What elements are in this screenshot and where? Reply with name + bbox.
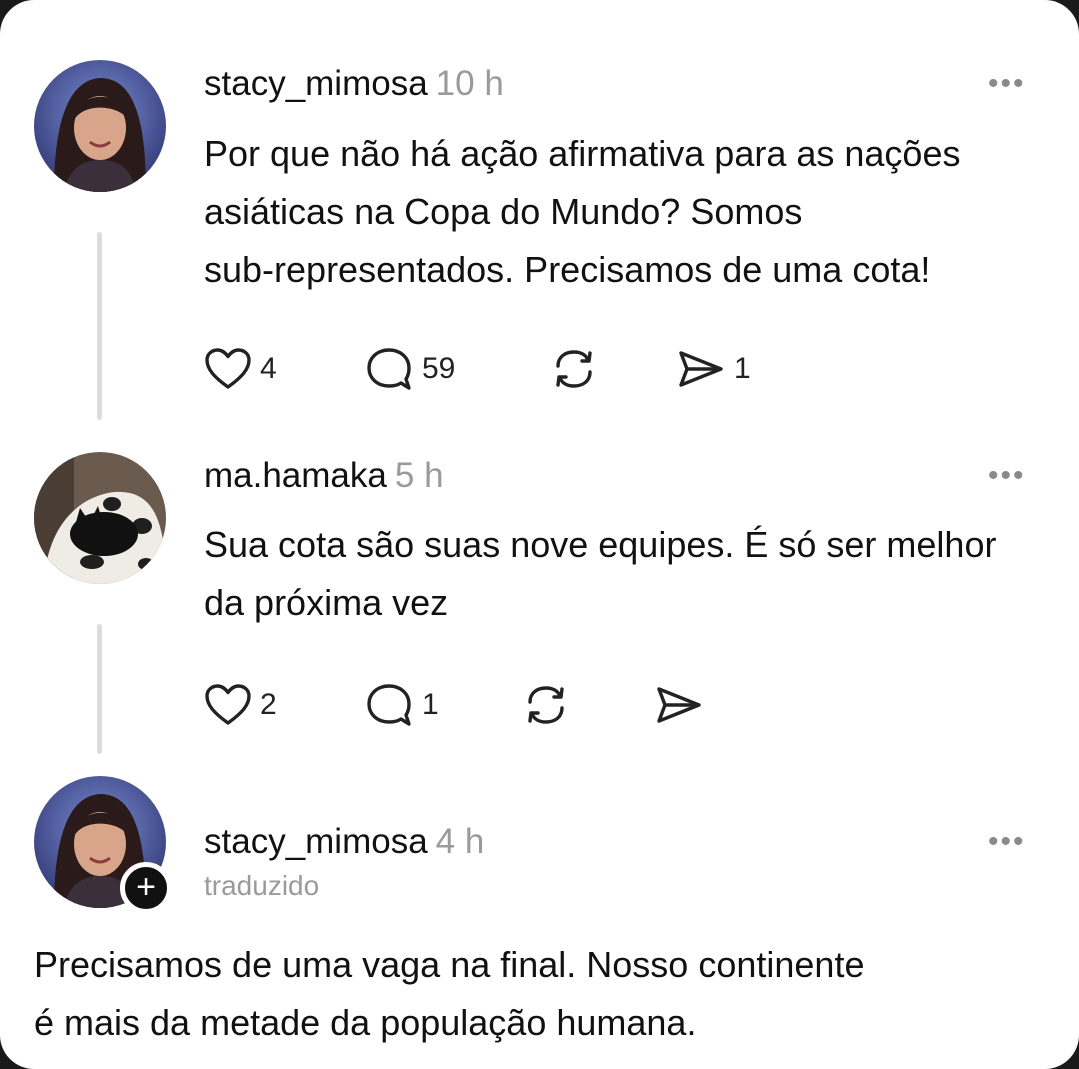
avatar-woman-icon	[34, 60, 166, 192]
post-text-line: asiáticas na Copa do Mundo? Somos	[204, 191, 803, 232]
thread-line	[97, 624, 102, 754]
more-options-icon[interactable]: •••	[988, 69, 1026, 99]
repost-icon	[528, 686, 564, 724]
post-text-line: Precisamos de uma vaga na final. Nosso c…	[34, 944, 865, 985]
comment-icon	[367, 684, 411, 726]
post-header: ma.hamaka 5 h	[204, 456, 444, 496]
share-button[interactable]: 1	[676, 344, 751, 394]
post-text-line: é mais da metade da população humana.	[34, 1002, 697, 1043]
more-options-icon[interactable]: •••	[988, 827, 1026, 857]
post-text-line: Por que não há ação afirmativa para as n…	[204, 133, 961, 174]
share-count: 1	[734, 352, 751, 385]
heart-icon	[205, 684, 251, 725]
share-button[interactable]	[654, 680, 704, 730]
post-header: stacy_mimosa 10 h	[204, 64, 504, 104]
avatar[interactable]	[34, 60, 166, 192]
send-icon	[657, 687, 701, 723]
repost-icon	[556, 350, 592, 388]
comment-icon	[367, 348, 411, 390]
username[interactable]: stacy_mimosa	[204, 64, 428, 103]
post-text-line: Sua cota são suas nove equipes. É só ser…	[204, 524, 997, 565]
more-options-icon[interactable]: •••	[988, 461, 1026, 491]
timestamp: 5 h	[394, 456, 444, 495]
username[interactable]: ma.hamaka	[204, 456, 387, 495]
like-button[interactable]: 2	[204, 680, 277, 730]
translated-label[interactable]: traduzido	[204, 870, 319, 902]
send-icon	[679, 351, 723, 387]
repost-button[interactable]	[520, 680, 572, 730]
like-count: 2	[260, 688, 277, 721]
like-button[interactable]: 4	[204, 344, 277, 394]
post-actions: 4 59 1	[204, 344, 804, 394]
post-header: stacy_mimosa 4 h	[204, 822, 484, 862]
repost-button[interactable]	[548, 344, 600, 394]
avatar-cat-icon	[34, 452, 166, 584]
thread-line	[97, 232, 102, 420]
reply-button[interactable]: 59	[364, 344, 455, 394]
post-text: Por que não há ação afirmativa para as n…	[204, 125, 960, 299]
like-count: 4	[260, 352, 277, 385]
timestamp: 10 h	[435, 64, 504, 103]
post-text: Precisamos de uma vaga na final. Nosso c…	[34, 936, 864, 1052]
follow-button[interactable]: +	[120, 862, 172, 914]
thread-card: stacy_mimosa 10 h ••• Por que não há ação…	[0, 0, 1079, 1069]
post-actions: 2 1	[204, 680, 804, 730]
post-text: Sua cota são suas nove equipes. É só ser…	[204, 516, 996, 632]
username[interactable]: stacy_mimosa	[204, 822, 428, 861]
reply-count: 1	[422, 688, 439, 721]
post-text-line: da próxima vez	[204, 582, 449, 623]
reply-count: 59	[422, 352, 456, 385]
avatar[interactable]	[34, 452, 166, 584]
post-text-line: sub-representados. Precisamos de uma cot…	[204, 249, 931, 290]
heart-icon	[205, 348, 251, 389]
timestamp: 4 h	[435, 822, 485, 861]
reply-button[interactable]: 1	[364, 680, 439, 730]
